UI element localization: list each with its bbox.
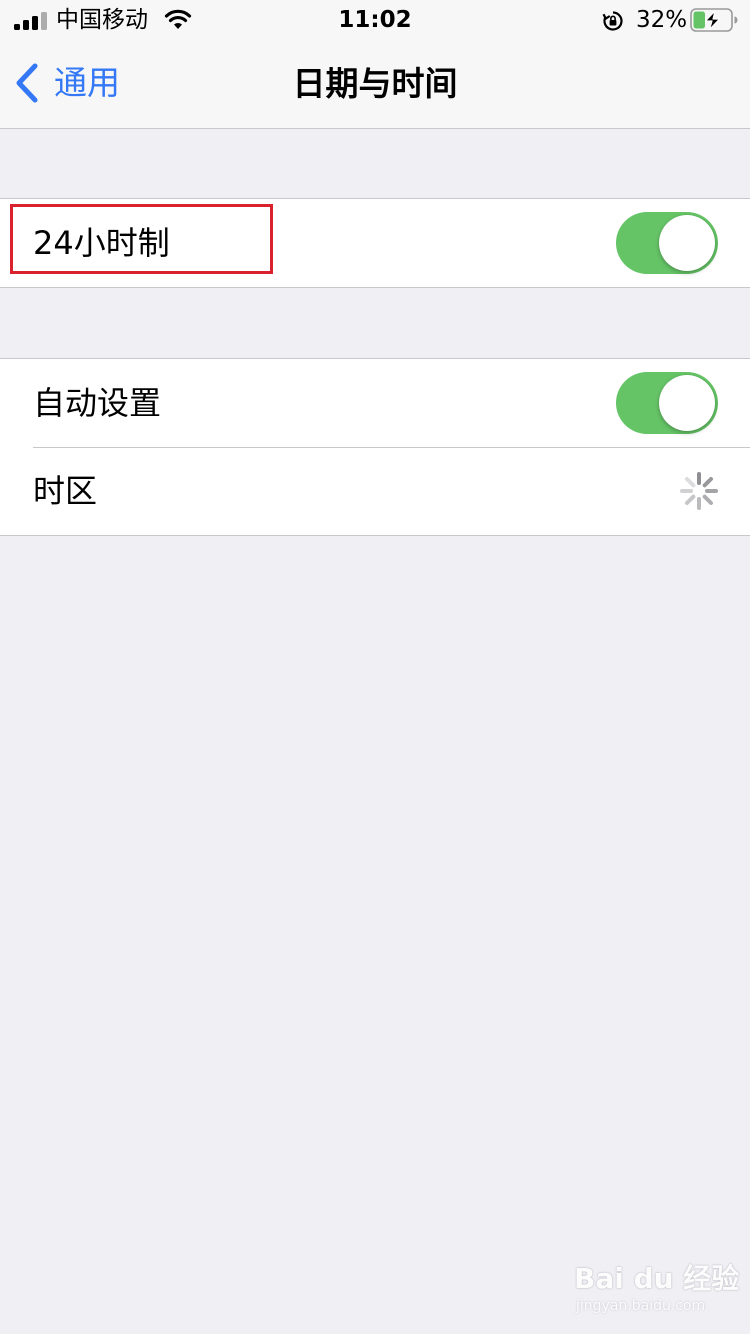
spinner-spoke	[684, 476, 696, 488]
list-item-timezone[interactable]: 时区	[0, 447, 750, 535]
rotation-lock-icon	[602, 11, 623, 31]
cell-label-timezone: 时区	[33, 472, 98, 510]
watermark-text: Bai du 经验	[574, 1262, 740, 1295]
spinner-spoke	[702, 476, 714, 488]
settings-group-auto: 自动设置 时区	[0, 358, 750, 536]
watermark-url: jingyan.baidu.com	[576, 1298, 706, 1314]
navigation-bar: 通用 日期与时间	[0, 40, 750, 129]
page-title: 日期与时间	[292, 64, 458, 103]
watermark-logo: Bai du 经验 jingyan.baidu.com	[574, 1262, 739, 1320]
status-bar: 中国移动 11:02 32%	[0, 0, 750, 40]
loading-spinner-icon	[680, 472, 718, 510]
spinner-spoke	[702, 494, 714, 506]
list-item-auto-set: 自动设置	[0, 359, 750, 447]
battery-percent: 32%	[636, 7, 688, 33]
toggle-knob	[659, 215, 715, 271]
toggle-knob	[659, 375, 715, 431]
toggle-auto-set[interactable]	[616, 372, 718, 434]
battery-charging-icon	[690, 8, 738, 32]
spinner-spoke	[684, 494, 696, 506]
toggle-24-hour[interactable]	[616, 212, 718, 274]
cell-label-auto-set: 自动设置	[33, 384, 162, 422]
highlight-box	[10, 204, 273, 274]
